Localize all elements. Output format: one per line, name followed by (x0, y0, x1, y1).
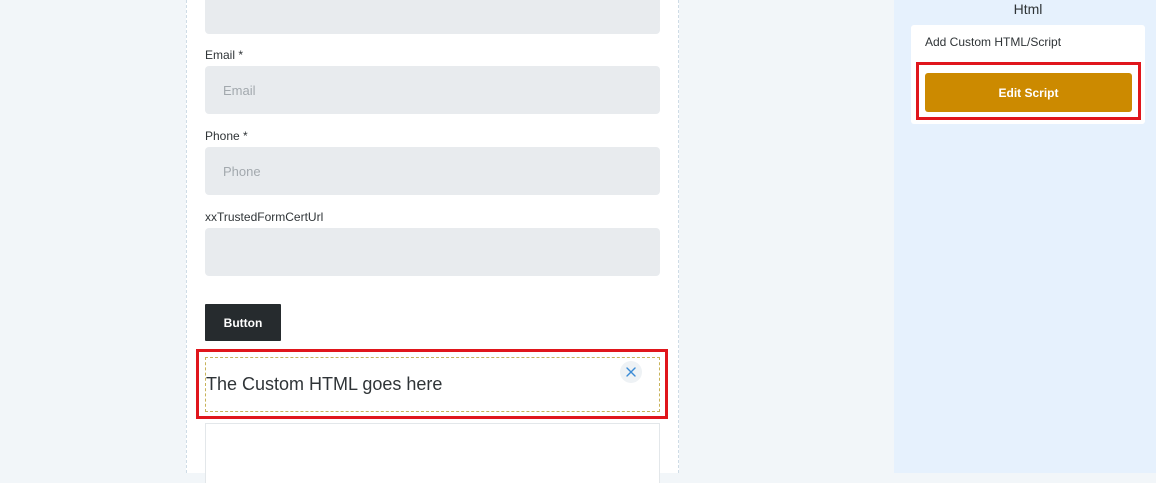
custom-html-card: Add Custom HTML/Script Edit Script (911, 25, 1145, 124)
panel-title: Html (1013, 1, 1043, 17)
phone-input[interactable]: Phone (205, 147, 660, 195)
edit-script-button[interactable]: Edit Script (925, 73, 1132, 112)
custom-html-text: The Custom HTML goes here (206, 374, 443, 394)
phone-label: Phone * (205, 129, 248, 143)
email-input[interactable]: Email (205, 66, 660, 114)
custom-html-block[interactable]: The Custom HTML goes here (205, 357, 660, 412)
form-submit-button[interactable]: Button (205, 304, 281, 341)
close-icon (626, 367, 636, 377)
settings-panel: Html Add Custom HTML/Script Edit Script (894, 0, 1156, 473)
email-label: Email * (205, 48, 244, 62)
previous-field-input[interactable] (205, 0, 660, 34)
trusted-form-label: xxTrustedFormCertUrl (205, 210, 324, 224)
edit-script-highlight: Edit Script (916, 62, 1141, 120)
next-form-block[interactable] (205, 423, 660, 483)
trusted-form-input[interactable] (205, 228, 660, 276)
phone-placeholder: Phone (223, 163, 261, 179)
email-placeholder: Email (223, 82, 256, 98)
remove-block-button[interactable] (620, 361, 642, 383)
card-label: Add Custom HTML/Script (925, 35, 1062, 49)
form-canvas: Email * Email Phone * Phone xxTrustedFor… (186, 0, 679, 483)
custom-html-highlight: The Custom HTML goes here (196, 349, 668, 419)
